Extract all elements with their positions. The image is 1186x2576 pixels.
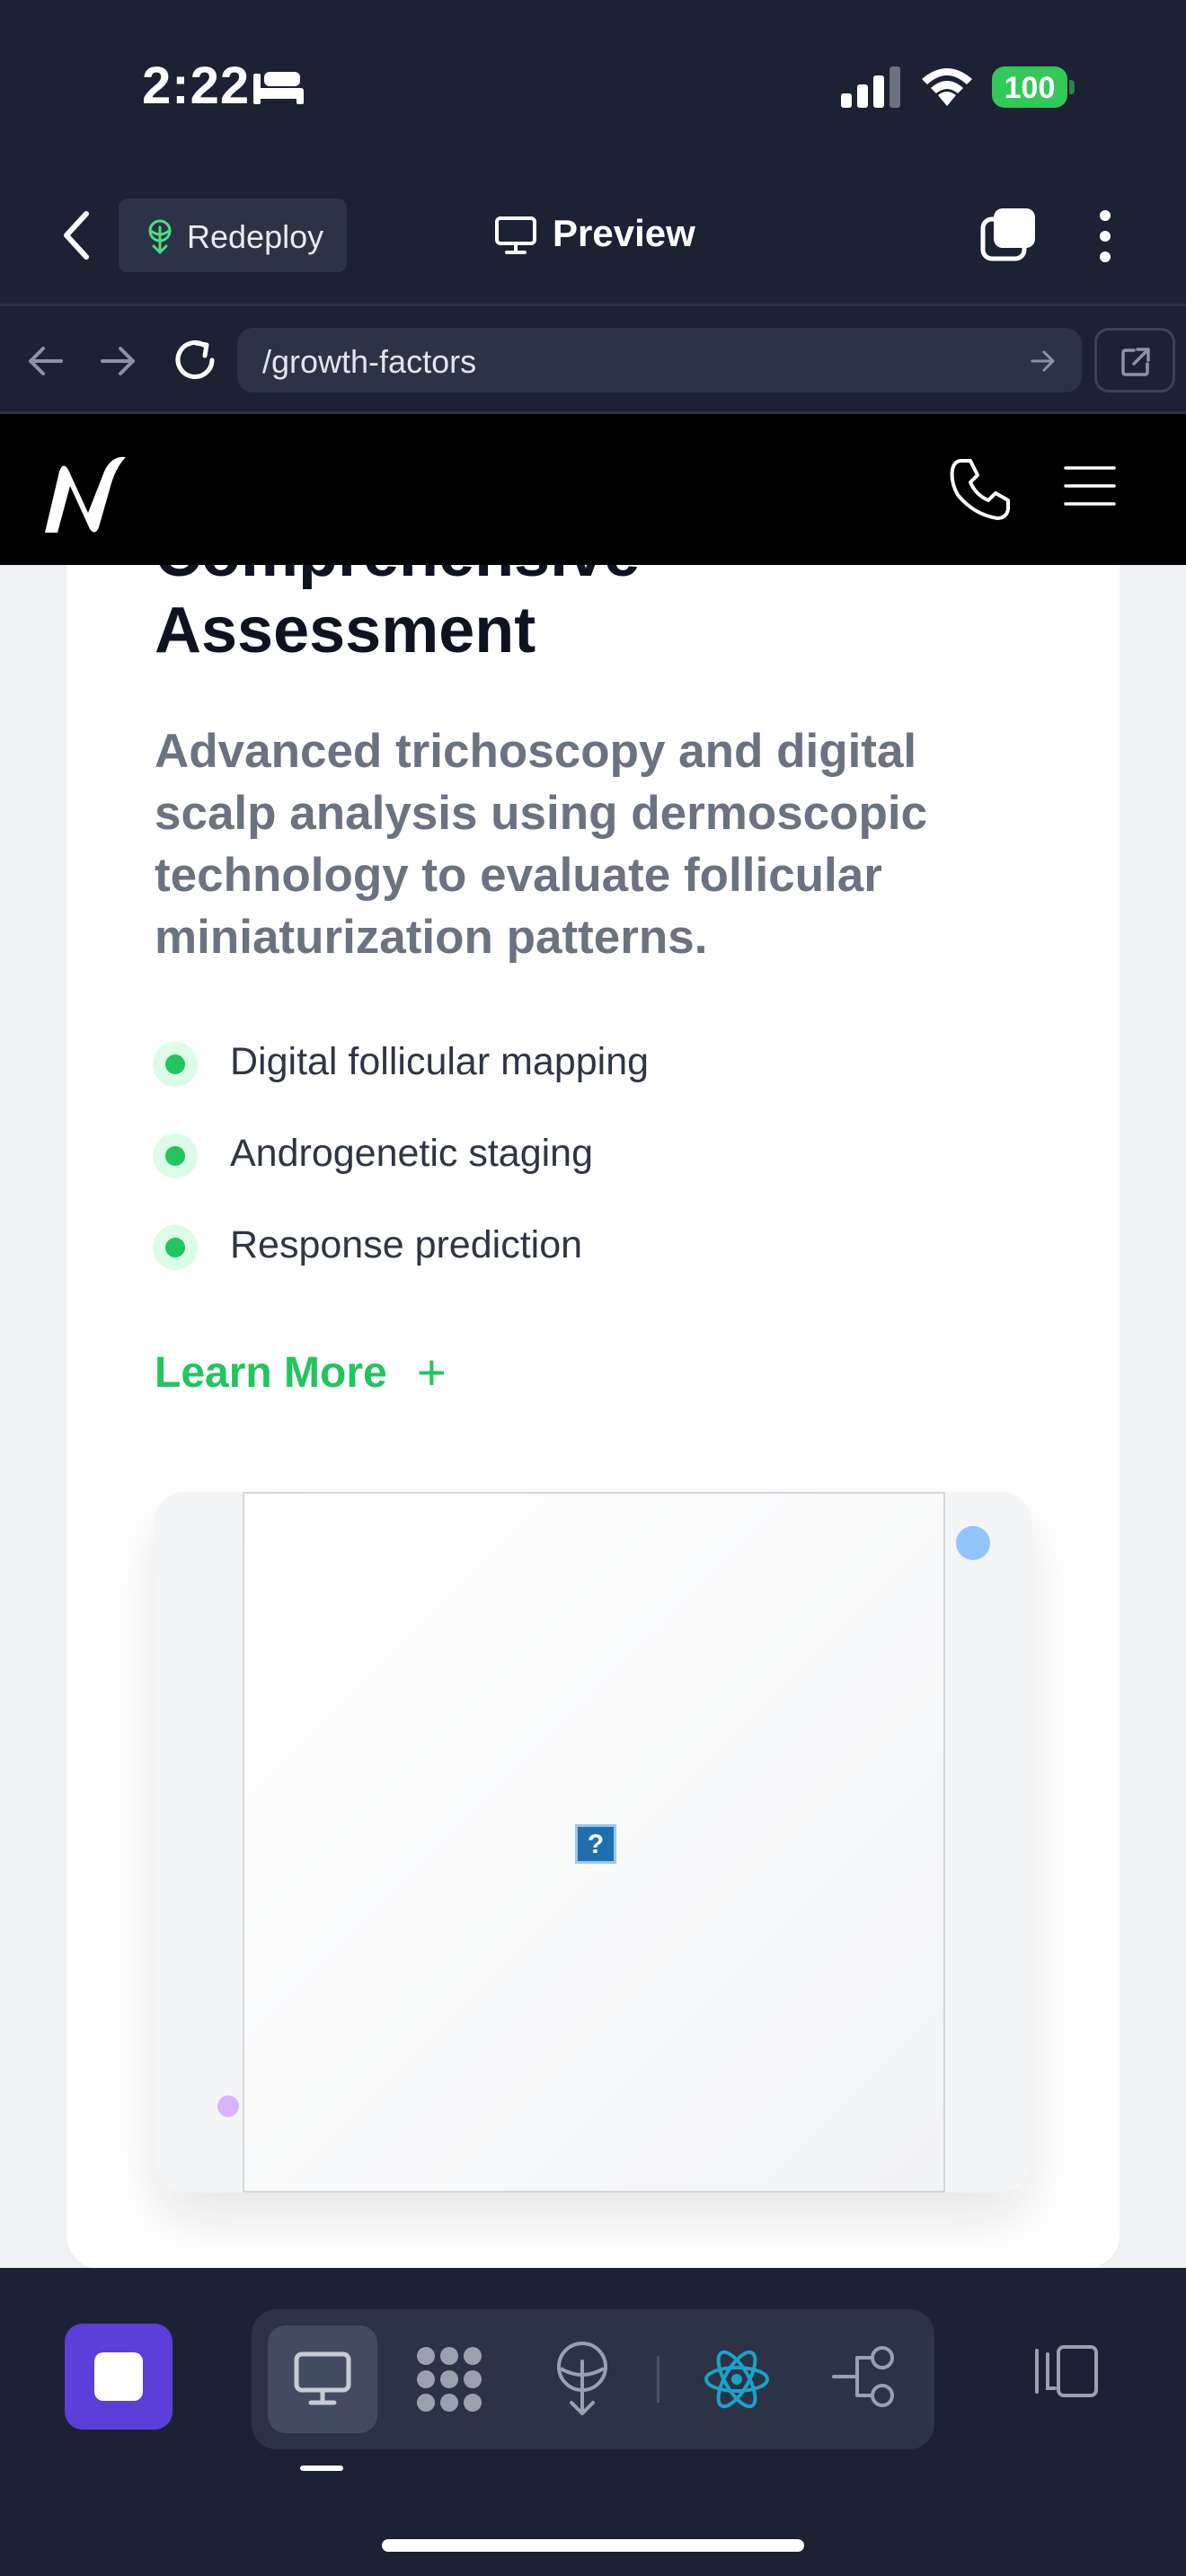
feature-item: Androgenetic staging xyxy=(153,1125,961,1178)
nav-back-icon[interactable] xyxy=(25,343,65,379)
url-text: /growth-factors xyxy=(262,343,477,380)
broken-image-glyph: ? xyxy=(587,1830,605,1859)
redeploy-icon xyxy=(148,219,172,254)
stop-icon xyxy=(94,2352,143,2401)
active-mode-indicator xyxy=(300,2466,343,2471)
feature-item: Digital follicular mapping xyxy=(153,1033,961,1087)
section-heading: Assessment xyxy=(155,595,536,666)
nav-forward-icon[interactable] xyxy=(99,343,138,379)
signal-icon xyxy=(841,66,900,108)
arrow-right-icon[interactable] xyxy=(1030,348,1057,375)
open-external-button[interactable] xyxy=(1094,328,1175,393)
bullet-dot-icon xyxy=(153,1225,198,1270)
view-mode-switcher xyxy=(252,2309,934,2449)
split-view-icon[interactable] xyxy=(1031,2342,1102,2401)
section-description: Advanced trichoscopy and digital scalp a… xyxy=(155,725,928,964)
url-input[interactable]: /growth-factors xyxy=(237,328,1082,393)
battery-cap xyxy=(1069,80,1075,94)
back-icon[interactable] xyxy=(54,208,99,262)
site-header xyxy=(0,414,1186,565)
decorative-dot xyxy=(956,1526,990,1560)
grid-icon[interactable] xyxy=(413,2345,485,2413)
divider xyxy=(0,304,1186,306)
image-frame: ? xyxy=(243,1492,945,2192)
learn-more-label: Learn More xyxy=(155,1349,387,1397)
more-icon[interactable] xyxy=(1094,208,1116,264)
redeploy-button[interactable]: Redeploy xyxy=(119,198,347,272)
phone-icon[interactable] xyxy=(949,457,1012,522)
feature-item: Response prediction xyxy=(153,1216,961,1270)
menu-icon[interactable] xyxy=(1064,464,1116,507)
mode-desktop-button[interactable] xyxy=(268,2325,377,2433)
wifi-icon xyxy=(922,68,972,106)
status-time: 2:22 xyxy=(142,57,251,115)
home-indicator[interactable] xyxy=(382,2539,804,2552)
tabs-icon[interactable] xyxy=(979,207,1039,262)
battery-level: 100 xyxy=(1004,71,1056,105)
feature-label: Digital follicular mapping xyxy=(230,1040,650,1083)
plus-icon: + xyxy=(417,1344,447,1400)
bed-icon xyxy=(253,72,304,104)
desktop-icon xyxy=(495,216,536,254)
feature-label: Response prediction xyxy=(230,1223,583,1266)
battery-indicator: 100 xyxy=(992,66,1075,108)
stop-button[interactable] xyxy=(65,2324,173,2430)
status-bar: 2:22 100 xyxy=(0,0,1186,260)
decorative-dot xyxy=(217,2095,239,2117)
webpage-viewport[interactable]: Comprehensive Assessment Advanced tricho… xyxy=(0,414,1186,2268)
desktop-icon xyxy=(294,2351,351,2405)
redeploy-label: Redeploy xyxy=(187,218,324,255)
bullet-dot-icon xyxy=(153,1042,198,1087)
deploy-icon[interactable] xyxy=(553,2342,611,2415)
react-icon[interactable] xyxy=(703,2345,771,2413)
page-title: Preview xyxy=(553,212,695,254)
media-card: ? xyxy=(155,1492,1031,2192)
bullet-dot-icon xyxy=(153,1134,198,1178)
open-external-icon xyxy=(1121,348,1150,376)
flow-icon[interactable] xyxy=(830,2345,898,2408)
feature-label: Androgenetic staging xyxy=(230,1132,594,1175)
bottom-toolbar xyxy=(0,2268,1186,2576)
divider xyxy=(657,2356,659,2403)
reload-icon[interactable] xyxy=(173,338,219,383)
logo-icon[interactable] xyxy=(40,454,129,538)
broken-image-icon: ? xyxy=(575,1824,616,1864)
